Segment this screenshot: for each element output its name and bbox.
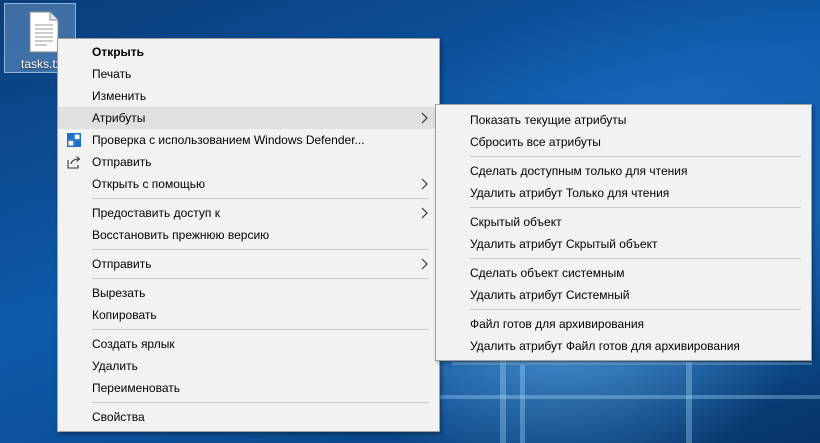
wallpaper-light-beam	[452, 362, 812, 365]
menu-item-label: Открыть с помощью	[92, 177, 206, 191]
menu-item-restore-previous[interactable]: Восстановить прежнюю версию	[58, 224, 439, 246]
menu-item-properties[interactable]: Свойства	[58, 406, 439, 428]
chevron-right-icon	[421, 207, 428, 219]
menu-item-label: Проверка с использованием Windows Defend…	[92, 133, 365, 147]
submenu-item-set-system[interactable]: Сделать объект системным	[436, 262, 811, 284]
menu-separator	[470, 258, 801, 259]
menu-item-label: Атрибуты	[92, 111, 146, 125]
submenu-item-remove-hidden[interactable]: Удалить атрибут Скрытый объект	[436, 233, 811, 255]
menu-item-label: Переименовать	[92, 381, 180, 395]
attributes-submenu: Показать текущие атрибуты Сбросить все а…	[435, 104, 812, 361]
menu-item-give-access[interactable]: Предоставить доступ к	[58, 202, 439, 224]
submenu-item-set-readonly[interactable]: Сделать доступным только для чтения	[436, 160, 811, 182]
menu-item-print[interactable]: Печать	[58, 63, 439, 85]
menu-separator	[92, 329, 429, 330]
submenu-item-show-attributes[interactable]: Показать текущие атрибуты	[436, 109, 811, 131]
submenu-item-label: Сбросить все атрибуты	[470, 135, 601, 149]
submenu-item-label: Скрытый объект	[470, 215, 562, 229]
menu-item-label: Отправить	[92, 155, 152, 169]
submenu-item-label: Файл готов для архивирования	[470, 317, 645, 331]
menu-separator	[92, 249, 429, 250]
share-icon	[67, 156, 81, 169]
menu-separator	[470, 207, 801, 208]
wallpaper-light-beam	[500, 360, 506, 443]
menu-item-label: Копировать	[92, 308, 157, 322]
submenu-item-label: Удалить атрибут Системный	[470, 288, 630, 302]
menu-item-label: Изменить	[92, 89, 147, 103]
chevron-right-icon	[421, 258, 428, 270]
submenu-item-remove-system[interactable]: Удалить атрибут Системный	[436, 284, 811, 306]
submenu-item-reset-attributes[interactable]: Сбросить все атрибуты	[436, 131, 811, 153]
chevron-right-icon	[421, 112, 428, 124]
menu-item-share[interactable]: Отправить	[58, 151, 439, 173]
menu-item-cut[interactable]: Вырезать	[58, 282, 439, 304]
text-file-icon	[29, 11, 59, 53]
menu-item-label: Свойства	[92, 410, 145, 424]
menu-item-delete[interactable]: Удалить	[58, 355, 439, 377]
menu-item-label: Открыть	[92, 45, 145, 59]
submenu-item-label: Удалить атрибут Файл готов для архивиров…	[470, 339, 740, 353]
submenu-item-label: Удалить атрибут Только для чтения	[470, 186, 670, 200]
menu-item-label: Предоставить доступ к	[92, 206, 220, 220]
menu-item-attributes[interactable]: Атрибуты	[58, 107, 439, 129]
submenu-item-label: Сделать доступным только для чтения	[470, 164, 688, 178]
menu-item-rename[interactable]: Переименовать	[58, 377, 439, 399]
menu-item-label: Печать	[92, 67, 132, 81]
menu-item-create-shortcut[interactable]: Создать ярлык	[58, 333, 439, 355]
submenu-item-label: Удалить атрибут Скрытый объект	[470, 237, 658, 251]
submenu-item-label: Сделать объект системным	[470, 266, 625, 280]
menu-item-copy[interactable]: Копировать	[58, 304, 439, 326]
menu-item-label: Вырезать	[92, 286, 146, 300]
wallpaper-light-beam	[440, 395, 820, 399]
menu-item-label: Создать ярлык	[92, 337, 175, 351]
menu-item-defender-scan[interactable]: Проверка с использованием Windows Defend…	[58, 129, 439, 151]
submenu-item-set-hidden[interactable]: Скрытый объект	[436, 211, 811, 233]
chevron-right-icon	[421, 178, 428, 190]
submenu-item-label: Показать текущие атрибуты	[470, 113, 627, 127]
submenu-item-remove-readonly[interactable]: Удалить атрибут Только для чтения	[436, 182, 811, 204]
windows-defender-icon	[67, 133, 81, 147]
submenu-item-set-archive[interactable]: Файл готов для архивирования	[436, 313, 811, 335]
context-menu: Открыть Печать Изменить Атрибуты Проверк…	[57, 38, 440, 432]
menu-item-edit[interactable]: Изменить	[58, 85, 439, 107]
menu-separator	[92, 402, 429, 403]
wallpaper-light-beam	[520, 365, 525, 443]
menu-separator	[470, 309, 801, 310]
menu-separator	[92, 278, 429, 279]
menu-item-label: Удалить	[92, 359, 138, 373]
menu-separator	[92, 198, 429, 199]
menu-item-label: Отправить	[92, 257, 152, 271]
menu-item-open[interactable]: Открыть	[58, 41, 439, 63]
menu-item-send-to[interactable]: Отправить	[58, 253, 439, 275]
submenu-item-remove-archive[interactable]: Удалить атрибут Файл готов для архивиров…	[436, 335, 811, 357]
menu-separator	[470, 156, 801, 157]
menu-item-open-with[interactable]: Открыть с помощью	[58, 173, 439, 195]
wallpaper-light-beam	[686, 362, 692, 443]
menu-item-label: Восстановить прежнюю версию	[92, 228, 270, 242]
